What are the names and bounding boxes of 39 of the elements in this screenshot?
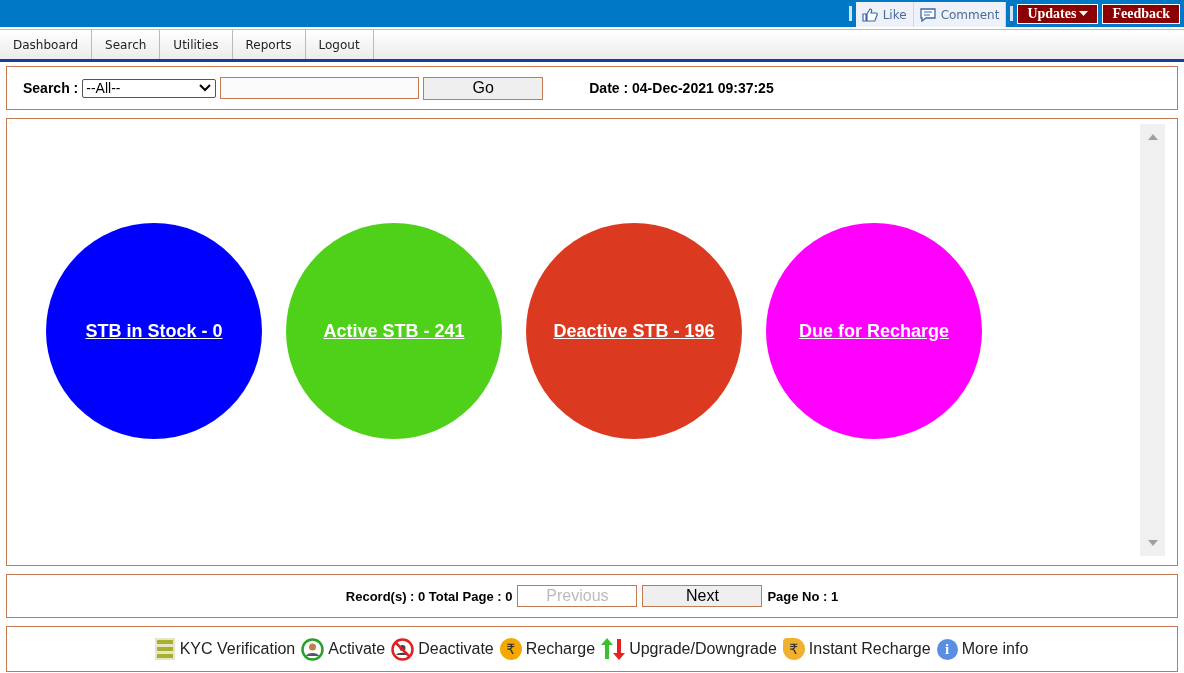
up-down-arrows-icon [601,637,626,661]
menu-item[interactable]: Logout [305,30,374,59]
menu-item[interactable]: Dashboard [0,30,93,59]
go-button[interactable]: Go [423,76,544,100]
scroll-up-icon[interactable] [1147,134,1158,140]
chevron-down-icon [199,84,212,92]
scroll-down-icon[interactable] [1147,540,1158,546]
status-link[interactable]: STB in Stock - 0 [85,320,223,342]
social-button[interactable]: Like [855,2,914,27]
stacked-bars-icon [153,637,176,661]
legend-label: Activate [328,640,386,658]
scrollbar[interactable] [1140,124,1165,556]
date-text: Date : 04-Dec-2021 09:37:25 [589,80,774,96]
search-label: Search : [23,80,79,96]
social-button[interactable]: Comment [913,2,1007,27]
user-circle-icon [301,637,325,661]
legend-label: Instant Recharge [808,640,931,658]
user-blocked-icon [391,637,415,661]
records-text: Record(s) : 0 Total Page : 0 [345,588,513,604]
rupee-coin-icon: ₹ [782,638,805,660]
info-icon: i [936,638,958,660]
menu-item[interactable]: Search [92,30,161,59]
status-link[interactable]: Deactive STB - 196 [553,320,715,342]
thumbs-up-icon [861,7,878,22]
rupee-coin-icon: ₹ [499,638,522,660]
legend-label: KYC Verification [179,640,296,658]
search-input[interactable] [220,77,420,99]
menu-item[interactable]: Utilities [160,30,233,59]
page-number-text: Page No : 1 [767,588,839,604]
legend-label: Upgrade/Downgrade [629,640,777,658]
legend-label: Recharge [525,640,596,658]
header-button[interactable]: Feedback [1102,3,1180,24]
menu-item[interactable]: Reports [232,30,306,59]
legend-label: Deactivate [418,640,494,658]
header-button[interactable]: Updates [1017,3,1099,24]
speech-bubble-icon [919,7,936,22]
legend-label: More info [961,640,1029,658]
filter-dropdown[interactable]: --All-- [82,78,217,98]
pager-button[interactable]: Next [642,585,763,607]
